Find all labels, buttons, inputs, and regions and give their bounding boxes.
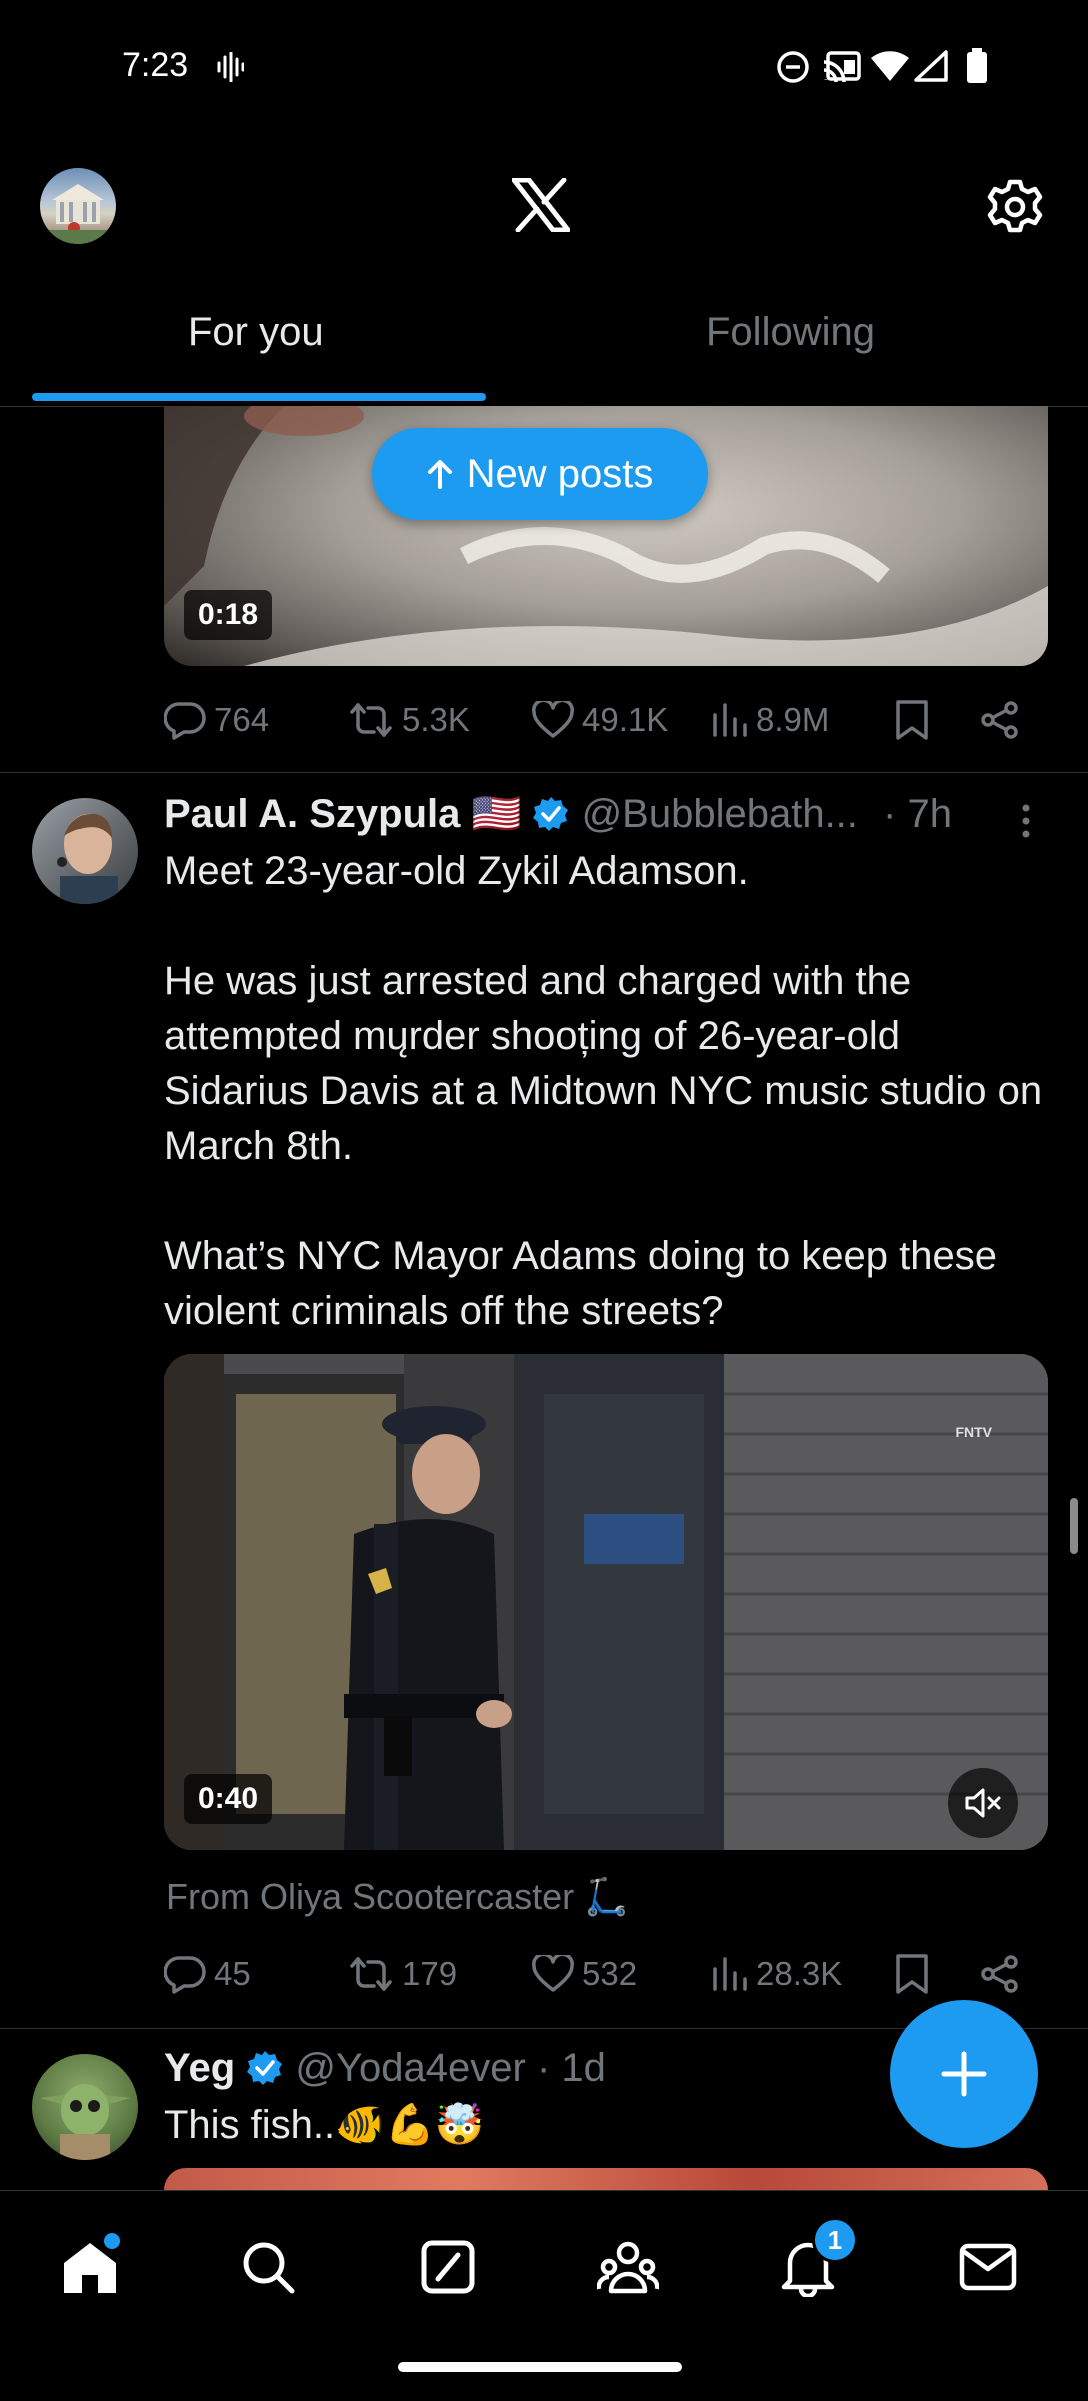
author-handle[interactable]: @Bubblebath...	[582, 792, 858, 836]
compose-post-button[interactable]	[890, 2000, 1038, 2148]
views-button[interactable]: 28.3K	[712, 1944, 842, 2004]
video-source-attribution[interactable]: From Oliya Scootercaster 🛴	[166, 1876, 629, 1918]
repost-button[interactable]: 5.3K	[348, 690, 470, 750]
active-tab-indicator	[32, 393, 486, 401]
gesture-home-bar[interactable]	[398, 2362, 682, 2372]
heart-icon	[532, 1955, 574, 1993]
new-content-dot	[104, 2233, 120, 2249]
post-text: Meet 23-year-old Zykil Adamson. He was j…	[164, 844, 1054, 1339]
post-video[interactable]: FNTV 0:40	[164, 1354, 1048, 1850]
tab-following[interactable]: Following	[706, 310, 875, 355]
tab-for-you[interactable]: For you	[188, 310, 324, 355]
views-count: 8.9M	[756, 701, 830, 738]
profile-avatar[interactable]	[40, 168, 116, 244]
repost-icon	[348, 700, 394, 740]
bookmark-icon[interactable]	[894, 700, 930, 740]
reply-count: 45	[214, 1955, 251, 1992]
timeline-tabs: For you Following	[0, 280, 1088, 407]
voice-wave-icon	[216, 52, 244, 82]
status-bar: 7:23	[0, 0, 1088, 134]
reply-button[interactable]: 764	[164, 690, 269, 750]
like-count: 532	[582, 1955, 638, 1992]
muted-speaker-icon	[964, 1786, 1002, 1820]
video-duration: 0:40	[184, 1774, 273, 1824]
like-count: 49.1K	[582, 701, 669, 738]
signal-icon	[914, 50, 948, 82]
repost-button[interactable]: 179	[348, 1944, 457, 2004]
reply-count: 764	[214, 701, 270, 738]
repost-icon	[348, 1954, 394, 1994]
more-options-icon[interactable]	[1018, 804, 1034, 838]
views-button[interactable]: 8.9M	[712, 690, 829, 750]
author-flag: 🇺🇸	[471, 792, 522, 836]
battery-icon	[966, 48, 988, 84]
video-watermark: FNTV	[955, 1424, 992, 1440]
plus-icon	[939, 2049, 989, 2099]
post-header: Paul A. Szypula 🇺🇸 @Bubblebath... · 7h	[164, 790, 952, 837]
post-time: · 1d	[536, 2046, 606, 2090]
views-chart-icon	[712, 701, 748, 739]
new-posts-label: New posts	[466, 451, 654, 496]
cast-icon	[822, 50, 862, 84]
author-name[interactable]: Yeg	[164, 2046, 235, 2090]
author-handle[interactable]: @Yoda4ever	[295, 2046, 525, 2090]
arrow-up-icon	[427, 459, 453, 489]
video-duration: 0:18	[184, 590, 273, 640]
heart-icon	[532, 701, 574, 739]
author-name[interactable]: Paul A. Szypula	[164, 792, 460, 836]
like-button[interactable]: 532	[532, 1944, 637, 2004]
search-icon	[240, 2239, 296, 2295]
post-text-paragraph: Meet 23-year-old Zykil Adamson.	[164, 849, 749, 893]
nav-notifications[interactable]: 1	[768, 2217, 858, 2307]
reply-icon	[164, 1954, 206, 1994]
new-posts-button[interactable]: New posts	[372, 428, 708, 520]
settings-gear-icon[interactable]	[986, 178, 1044, 236]
verified-badge-icon	[246, 2049, 284, 2087]
notifications-badge: 1	[812, 2217, 858, 2263]
repost-count: 5.3K	[402, 701, 470, 738]
views-chart-icon	[712, 1955, 748, 1993]
post-header: Yeg @Yoda4ever · 1d	[164, 2046, 606, 2091]
post-text-paragraph: What’s NYC Mayor Adams doing to keep the…	[164, 1234, 998, 1333]
communities-icon	[597, 2239, 659, 2295]
nav-messages[interactable]	[948, 2227, 1028, 2307]
post-divider	[0, 772, 1088, 773]
bookmark-icon[interactable]	[894, 1954, 930, 1994]
grok-icon	[420, 2239, 476, 2295]
nav-search[interactable]	[228, 2227, 308, 2307]
wifi-icon	[870, 50, 910, 82]
post-media-preview[interactable]	[164, 2168, 1048, 2190]
status-time: 7:23	[122, 46, 189, 84]
nav-home[interactable]	[50, 2227, 130, 2307]
mute-button[interactable]	[948, 1768, 1018, 1838]
reply-button[interactable]: 45	[164, 1944, 251, 2004]
repost-count: 179	[402, 1955, 458, 1992]
nav-communities[interactable]	[588, 2227, 668, 2307]
do-not-disturb-icon	[776, 50, 810, 84]
scrollbar-thumb[interactable]	[1070, 1498, 1078, 1554]
nav-grok[interactable]	[408, 2227, 488, 2307]
app-header	[0, 134, 1088, 280]
share-icon[interactable]	[980, 700, 1020, 740]
post-actions: 764 5.3K 49.1K 8.9M	[164, 690, 1048, 750]
reply-icon	[164, 700, 206, 740]
share-icon[interactable]	[980, 1954, 1020, 1994]
post-time: · 7h	[883, 792, 952, 836]
post-text-paragraph: He was just arrested and charged with th…	[164, 959, 1043, 1168]
like-button[interactable]: 49.1K	[532, 690, 668, 750]
envelope-icon	[959, 2243, 1017, 2291]
views-count: 28.3K	[756, 1955, 843, 1992]
author-avatar[interactable]	[32, 2054, 138, 2160]
author-avatar[interactable]	[32, 798, 138, 904]
verified-badge-icon	[532, 795, 570, 833]
x-logo-icon[interactable]	[512, 178, 570, 232]
post-actions: 45 179 532 28.3K	[164, 1944, 1048, 2004]
